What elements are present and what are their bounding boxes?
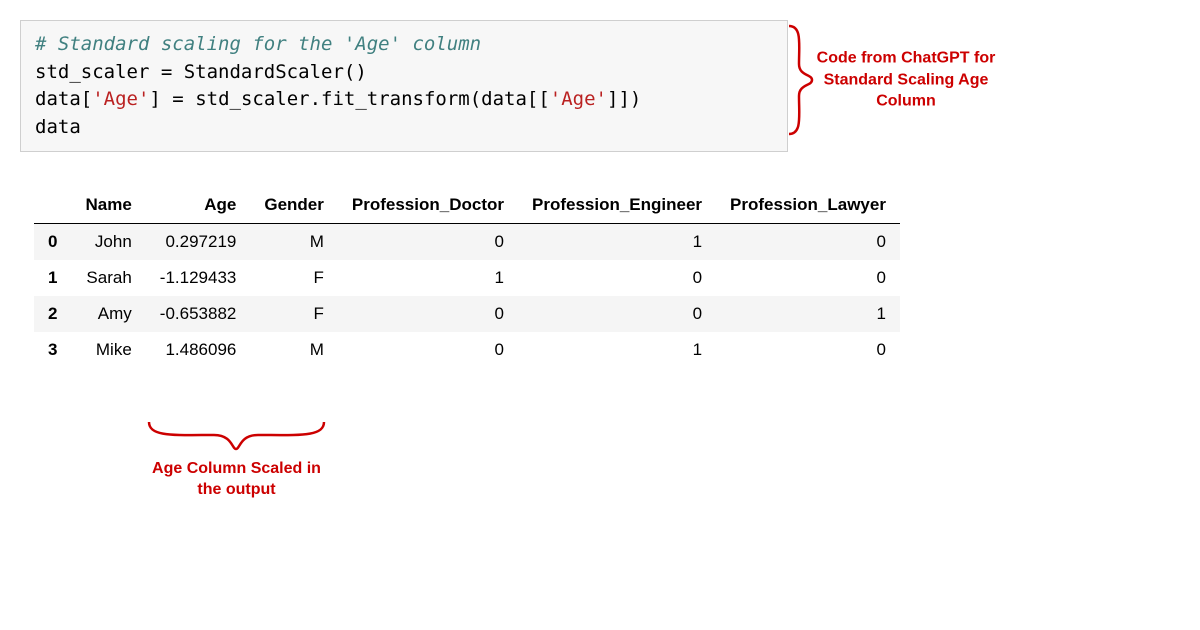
col-profession-engineer: Profession_Engineer bbox=[518, 187, 716, 224]
table-head: Name Age Gender Profession_Doctor Profes… bbox=[34, 187, 900, 224]
code-block-wrapper: # Standard scaling for the 'Age' column … bbox=[20, 20, 788, 152]
cell-pl: 1 bbox=[716, 296, 900, 332]
col-gender: Gender bbox=[250, 187, 338, 224]
col-age: Age bbox=[146, 187, 251, 224]
table-row: 1 Sarah -1.129433 F 1 0 0 bbox=[34, 260, 900, 296]
cell-gender: F bbox=[250, 260, 338, 296]
table-row: 2 Amy -0.653882 F 0 0 1 bbox=[34, 296, 900, 332]
code-line-3a: data[ bbox=[35, 88, 92, 110]
col-name: Name bbox=[71, 187, 145, 224]
cell-pd: 0 bbox=[338, 224, 518, 261]
cell-name: Mike bbox=[71, 332, 145, 368]
table-header-row: Name Age Gender Profession_Doctor Profes… bbox=[34, 187, 900, 224]
cell-name: Sarah bbox=[71, 260, 145, 296]
table-row: 3 Mike 1.486096 M 0 1 0 bbox=[34, 332, 900, 368]
code-line-2b: = bbox=[161, 61, 172, 83]
cell-name: John bbox=[71, 224, 145, 261]
cell-pd: 0 bbox=[338, 332, 518, 368]
code-line-3e: std_scaler.fit_transform(data[[ bbox=[184, 88, 550, 110]
annotation-right-label: Code from ChatGPT for Standard Scaling A… bbox=[816, 48, 996, 113]
table-body: 0 John 0.297219 M 0 1 0 1 Sarah -1.12943… bbox=[34, 224, 900, 369]
cell-pe: 1 bbox=[518, 332, 716, 368]
code-line-2c: StandardScaler() bbox=[172, 61, 366, 83]
code-line-3b: 'Age' bbox=[92, 88, 149, 110]
cell-index: 0 bbox=[34, 224, 71, 261]
brace-bottom-icon bbox=[144, 417, 329, 457]
code-cell: # Standard scaling for the 'Age' column … bbox=[20, 20, 788, 152]
annotation-bottom-label: Age Column Scaled in the output bbox=[144, 459, 329, 501]
cell-age: -1.129433 bbox=[146, 260, 251, 296]
cell-name: Amy bbox=[71, 296, 145, 332]
output-table: Name Age Gender Profession_Doctor Profes… bbox=[34, 187, 900, 368]
code-line-3f: 'Age' bbox=[550, 88, 607, 110]
cell-pe: 1 bbox=[518, 224, 716, 261]
code-line-3c: ] bbox=[149, 88, 172, 110]
code-line-2a: std_scaler bbox=[35, 61, 161, 83]
cell-gender: F bbox=[250, 296, 338, 332]
cell-gender: M bbox=[250, 332, 338, 368]
cell-pl: 0 bbox=[716, 332, 900, 368]
col-index bbox=[34, 187, 71, 224]
table-row: 0 John 0.297219 M 0 1 0 bbox=[34, 224, 900, 261]
cell-pe: 0 bbox=[518, 296, 716, 332]
cell-age: -0.653882 bbox=[146, 296, 251, 332]
cell-pd: 0 bbox=[338, 296, 518, 332]
code-comment: # Standard scaling for the 'Age' column bbox=[35, 33, 481, 55]
cell-index: 1 bbox=[34, 260, 71, 296]
output-wrapper: Name Age Gender Profession_Doctor Profes… bbox=[34, 187, 1180, 368]
cell-pe: 0 bbox=[518, 260, 716, 296]
cell-pd: 1 bbox=[338, 260, 518, 296]
col-profession-lawyer: Profession_Lawyer bbox=[716, 187, 900, 224]
code-line-3d: = bbox=[172, 88, 183, 110]
cell-age: 0.297219 bbox=[146, 224, 251, 261]
cell-age: 1.486096 bbox=[146, 332, 251, 368]
cell-index: 3 bbox=[34, 332, 71, 368]
cell-index: 2 bbox=[34, 296, 71, 332]
code-line-3g: ]]) bbox=[607, 88, 641, 110]
cell-pl: 0 bbox=[716, 260, 900, 296]
cell-gender: M bbox=[250, 224, 338, 261]
brace-right-icon bbox=[784, 24, 814, 136]
annotation-right: Code from ChatGPT for Standard Scaling A… bbox=[784, 24, 1014, 136]
col-profession-doctor: Profession_Doctor bbox=[338, 187, 518, 224]
code-line-4: data bbox=[35, 116, 81, 138]
cell-pl: 0 bbox=[716, 224, 900, 261]
